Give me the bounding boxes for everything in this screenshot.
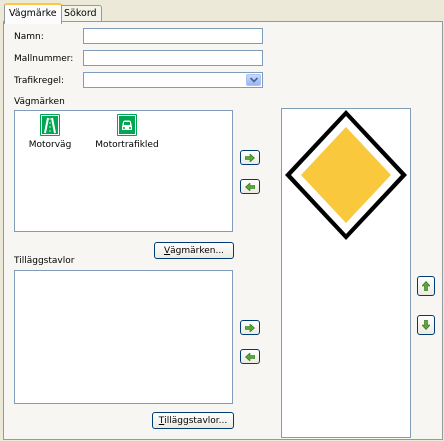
tillaggstavlor-label: Tilläggstavlor (14, 256, 75, 266)
chevron-down-icon (249, 77, 258, 83)
trafikregel-label: Trafikregel: (14, 76, 65, 86)
tillaggstavlor-button[interactable]: Tilläggstavlor... (152, 412, 234, 429)
arrow-right-icon (245, 153, 255, 162)
remove-sign-button[interactable] (240, 179, 260, 194)
move-up-button[interactable] (417, 276, 435, 296)
tab-sokord[interactable]: Sökord (59, 5, 102, 22)
arrow-down-icon (422, 320, 430, 330)
vagmarken-label: Vägmärken (14, 97, 65, 107)
motortrafikled-sign-icon (117, 114, 137, 136)
tab-vagmarke[interactable]: Vägmärke (4, 3, 62, 24)
tillaggstavlor-list[interactable] (14, 270, 233, 404)
trafikregel-dropdown-button[interactable] (246, 74, 261, 86)
vagmarken-button-label: ägmärken... (170, 245, 225, 256)
tab-panel: Namn: Mallnummer: Trafikregel: Vägmärken… (3, 21, 443, 440)
move-down-button[interactable] (417, 315, 435, 335)
vagmarken-list[interactable]: Motorväg Motortrafikled (14, 110, 233, 232)
remove-tillaggstavla-button[interactable] (240, 349, 260, 364)
sign-preview (281, 108, 411, 438)
trafikregel-select[interactable] (83, 72, 263, 88)
name-label: Namn: (14, 32, 44, 42)
vagmarken-button[interactable]: Vägmärken... (154, 242, 234, 259)
list-item[interactable]: Motortrafikled (92, 114, 162, 150)
tab-sokord-label: Sökord (64, 8, 97, 19)
arrow-up-icon (422, 281, 430, 291)
name-input[interactable] (83, 28, 263, 44)
add-tillaggstavla-button[interactable] (240, 320, 260, 335)
arrow-right-icon (245, 323, 255, 332)
add-sign-button[interactable] (240, 150, 260, 165)
arrow-left-icon (245, 182, 255, 191)
priority-road-sign-icon (285, 110, 407, 240)
arrow-left-icon (245, 352, 255, 361)
list-item-label: Motortrafikled (95, 140, 159, 150)
tillaggstavlor-button-label: illäggstavlor... (164, 415, 228, 426)
motorway-sign-icon (40, 114, 60, 136)
list-item-label: Motorväg (28, 140, 72, 150)
tab-vagmarke-label: Vägmärke (9, 8, 57, 19)
mallnummer-label: Mallnummer: (14, 54, 74, 64)
list-item[interactable]: Motorväg (15, 114, 85, 150)
mallnummer-input[interactable] (83, 50, 263, 66)
